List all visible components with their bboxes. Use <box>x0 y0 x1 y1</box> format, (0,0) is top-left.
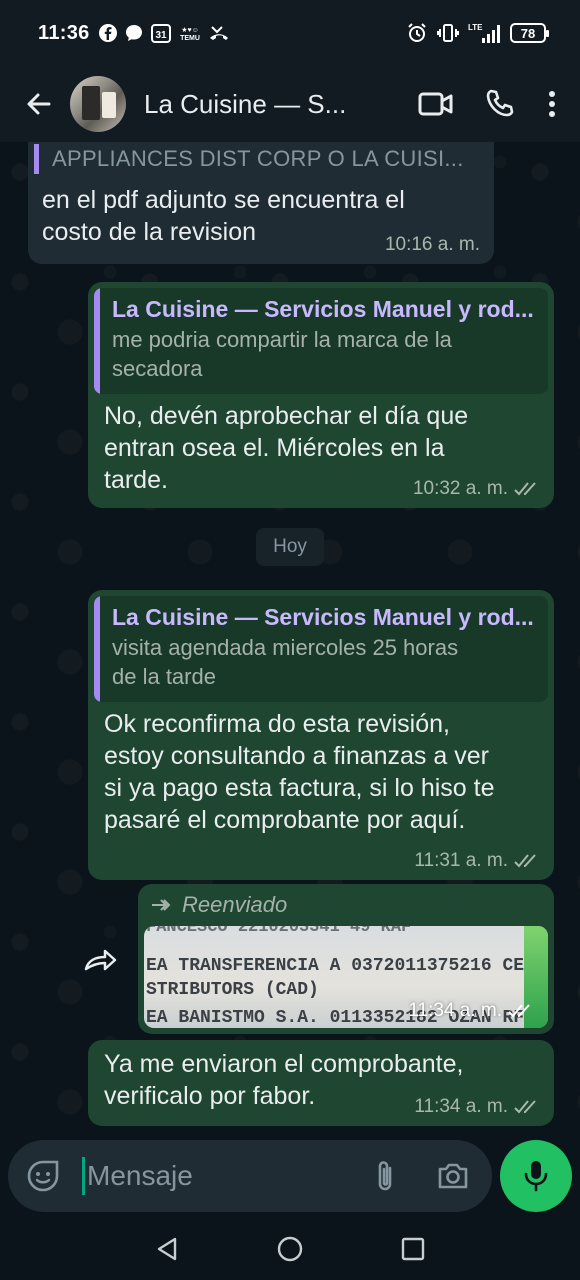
mic-icon <box>524 1161 548 1192</box>
chat-area[interactable]: APPLIANCES DIST CORP O LA CUISI... en el… <box>0 142 580 1142</box>
missed-call-icon <box>208 23 230 43</box>
status-icons-left: 31 ★♥☺ TEMU <box>98 22 230 44</box>
svg-text:31: 31 <box>155 30 167 41</box>
quoted-message[interactable]: APPLIANCES DIST CORP O LA CUISI... <box>34 144 484 174</box>
back-button[interactable] <box>16 82 60 126</box>
facebook-icon <box>98 23 118 43</box>
message-input[interactable]: Mensaje <box>82 1140 374 1212</box>
receipt-image[interactable]: FANCESCO 2210203341 49 KAF EA TRANSFEREN… <box>144 926 548 1028</box>
voice-message-button[interactable] <box>500 1140 572 1212</box>
nav-home-button[interactable] <box>276 1235 304 1263</box>
calendar-31-icon: 31 <box>150 22 172 44</box>
message-text: Ok reconfirma do esta revisión, estoy co… <box>104 710 495 834</box>
video-call-icon <box>418 92 453 116</box>
message-bubble-outgoing[interactable]: Ya me enviaron el comprobante, verifical… <box>88 1040 554 1126</box>
message-time: 11:34 a. m. <box>414 1096 508 1117</box>
nav-back-button[interactable] <box>154 1236 180 1262</box>
status-bar: 11:36 31 ★♥☺ TEMU LTE 78 <box>0 0 580 66</box>
message-time: 11:31 a. m. <box>414 850 508 871</box>
quoted-text: me podria compartir la marca de la secad… <box>112 327 452 381</box>
message-time: 10:16 a. m. <box>384 234 480 255</box>
read-ticks-icon <box>514 481 540 497</box>
contact-avatar[interactable] <box>70 76 126 132</box>
quoted-text: visita agendada miercoles 25 horas de la… <box>112 635 459 689</box>
message-time: 11:34 a. m. <box>408 1000 534 1022</box>
forwarded-label: Reenviado <box>150 892 287 918</box>
sticker-icon <box>27 1160 59 1192</box>
quoted-author: La Cuisine — Servicios Manuel y rod... <box>112 296 534 322</box>
svg-text:LTE: LTE <box>468 23 483 32</box>
sticker-button[interactable] <box>26 1159 60 1193</box>
quoted-text: APPLIANCES DIST CORP O LA CUISI... <box>52 146 464 171</box>
message-bubble-incoming[interactable]: APPLIANCES DIST CORP O LA CUISI... en el… <box>28 142 494 264</box>
more-options-button[interactable] <box>546 89 558 119</box>
nav-recents-icon <box>401 1237 425 1261</box>
svg-text:TEMU: TEMU <box>180 35 200 42</box>
nav-home-icon <box>277 1236 303 1262</box>
read-ticks-icon <box>514 853 540 869</box>
forward-arrow-icon <box>84 949 117 971</box>
quoted-message[interactable]: La Cuisine — Servicios Manuel y rod... m… <box>94 288 548 394</box>
phone-icon <box>486 89 514 117</box>
alarm-icon <box>406 22 428 44</box>
battery-icon: 78 <box>510 23 549 43</box>
camera-button[interactable] <box>436 1161 470 1191</box>
read-ticks-icon <box>514 1099 540 1115</box>
back-arrow-icon <box>27 93 51 115</box>
forwarded-icon <box>152 899 171 911</box>
camera-icon <box>438 1163 468 1189</box>
read-ticks-icon <box>508 1004 530 1018</box>
system-nav-bar <box>0 1218 580 1280</box>
voice-call-button[interactable] <box>484 88 516 120</box>
chat-header: La Cuisine — S... <box>0 66 580 142</box>
date-separator: Hoy <box>256 528 324 566</box>
temu-icon: ★♥☺ TEMU <box>178 23 202 43</box>
nav-back-icon <box>157 1237 177 1261</box>
message-bubble-outgoing[interactable]: La Cuisine — Servicios Manuel y rod... v… <box>88 590 554 880</box>
video-call-button[interactable] <box>418 90 454 118</box>
forward-button[interactable] <box>80 940 120 980</box>
message-composer: Mensaje <box>8 1140 492 1212</box>
signal-icon: LTE <box>468 22 502 44</box>
nav-recents-button[interactable] <box>400 1236 426 1262</box>
message-time: 10:32 a. m. <box>412 478 508 499</box>
attach-icon <box>378 1161 392 1191</box>
attach-button[interactable] <box>374 1158 396 1194</box>
vibrate-icon <box>436 22 460 44</box>
status-time: 11:36 <box>38 21 90 44</box>
chat-bubble-icon <box>124 23 144 43</box>
message-bubble-outgoing[interactable]: La Cuisine — Servicios Manuel y rod... m… <box>88 282 554 508</box>
quoted-author: La Cuisine — Servicios Manuel y rod... <box>112 604 534 630</box>
status-icons-right: LTE 78 <box>406 22 549 44</box>
chat-title[interactable]: La Cuisine — S... <box>144 89 360 120</box>
quoted-message[interactable]: La Cuisine — Servicios Manuel y rod... v… <box>94 596 548 702</box>
forwarded-image-message[interactable]: Reenviado FANCESCO 2210203341 49 KAF EA … <box>138 884 554 1034</box>
more-vert-icon <box>549 91 555 117</box>
svg-text:★♥☺: ★♥☺ <box>181 26 199 34</box>
message-input-placeholder: Mensaje <box>87 1160 193 1191</box>
